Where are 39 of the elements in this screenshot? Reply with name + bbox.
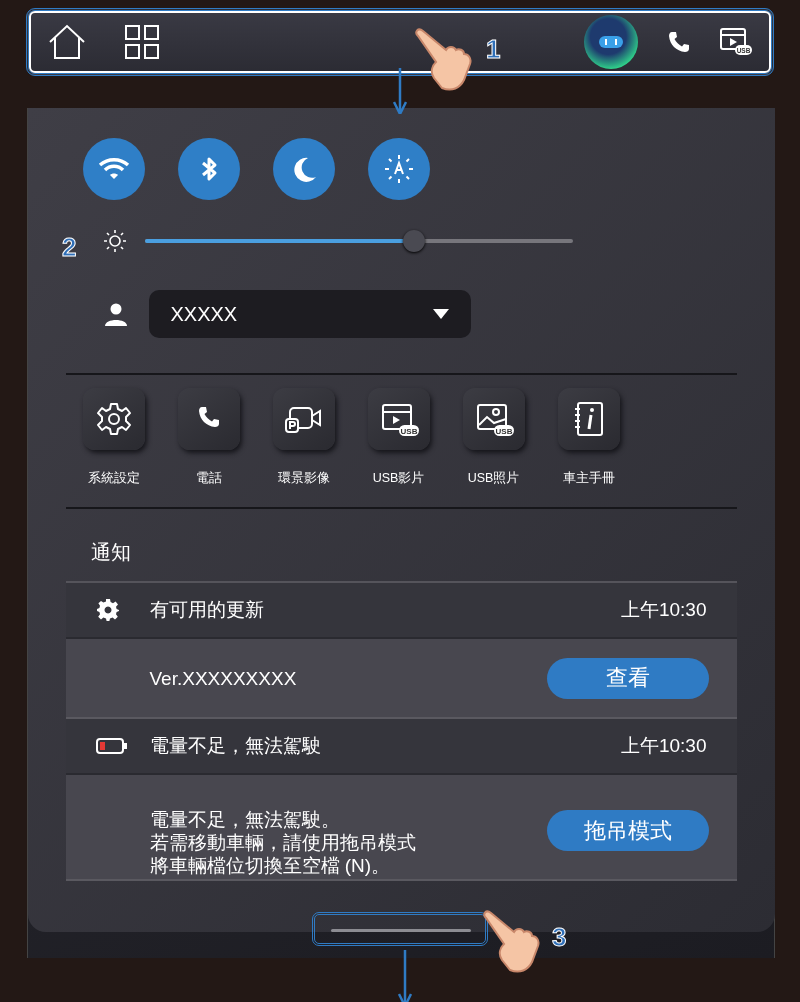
brightness-slider[interactable] xyxy=(144,230,573,252)
notification-time: 上午10:30 xyxy=(620,734,707,758)
notification-title: 電量不足，無法駕駛 xyxy=(149,734,322,758)
app-tile-button[interactable]: USB xyxy=(367,388,430,450)
low-battery-icon xyxy=(95,737,128,755)
app-label: USB影片 xyxy=(372,470,425,487)
app-tile-button[interactable] xyxy=(557,388,620,450)
app-tile-button[interactable] xyxy=(82,388,145,450)
notification-time: 上午10:30 xyxy=(620,598,707,622)
profile-dropdown[interactable]: XXXXX xyxy=(148,290,471,338)
action-button[interactable]: 查看 xyxy=(546,657,709,699)
app-label: 車主手冊 xyxy=(562,470,615,487)
callout-number: 3 xyxy=(552,922,567,953)
app-tile-button[interactable]: USB xyxy=(462,388,525,450)
app-grid-icon[interactable] xyxy=(125,25,159,59)
app-label: 環景影像 xyxy=(277,470,330,487)
sun-icon xyxy=(102,229,127,253)
home-icon[interactable] xyxy=(47,24,87,60)
callout-number: 1 xyxy=(486,34,501,65)
gear-icon xyxy=(95,598,120,622)
notification-text: Ver.XXXXXXXXX xyxy=(149,666,297,690)
section-title: 通知 xyxy=(89,540,132,565)
notification-text: 將車輛檔位切換至空檔 (N)。 xyxy=(149,854,392,877)
drag-handle[interactable] xyxy=(331,928,471,932)
action-button[interactable]: 拖吊模式 xyxy=(546,810,709,851)
app-tile-button[interactable] xyxy=(272,388,335,450)
app-tile-button[interactable] xyxy=(177,388,240,450)
app-label: 電話 xyxy=(195,470,222,487)
app-label: 系統設定 xyxy=(87,470,140,487)
callout-number: 2 xyxy=(62,232,77,263)
notification-text: 電量不足，無法駕駛。 xyxy=(149,808,341,831)
notification-title: 有可用的更新 xyxy=(149,598,265,622)
assistant-icon[interactable] xyxy=(583,14,639,70)
app-label: USB照片 xyxy=(467,470,520,487)
arrow-down-drawing xyxy=(398,950,412,1002)
user-icon xyxy=(103,302,128,326)
phone-icon[interactable] xyxy=(667,30,691,54)
notification-text: 若需移動車輛，請使用拖吊模式 xyxy=(149,831,416,854)
caret-icon xyxy=(432,309,449,319)
